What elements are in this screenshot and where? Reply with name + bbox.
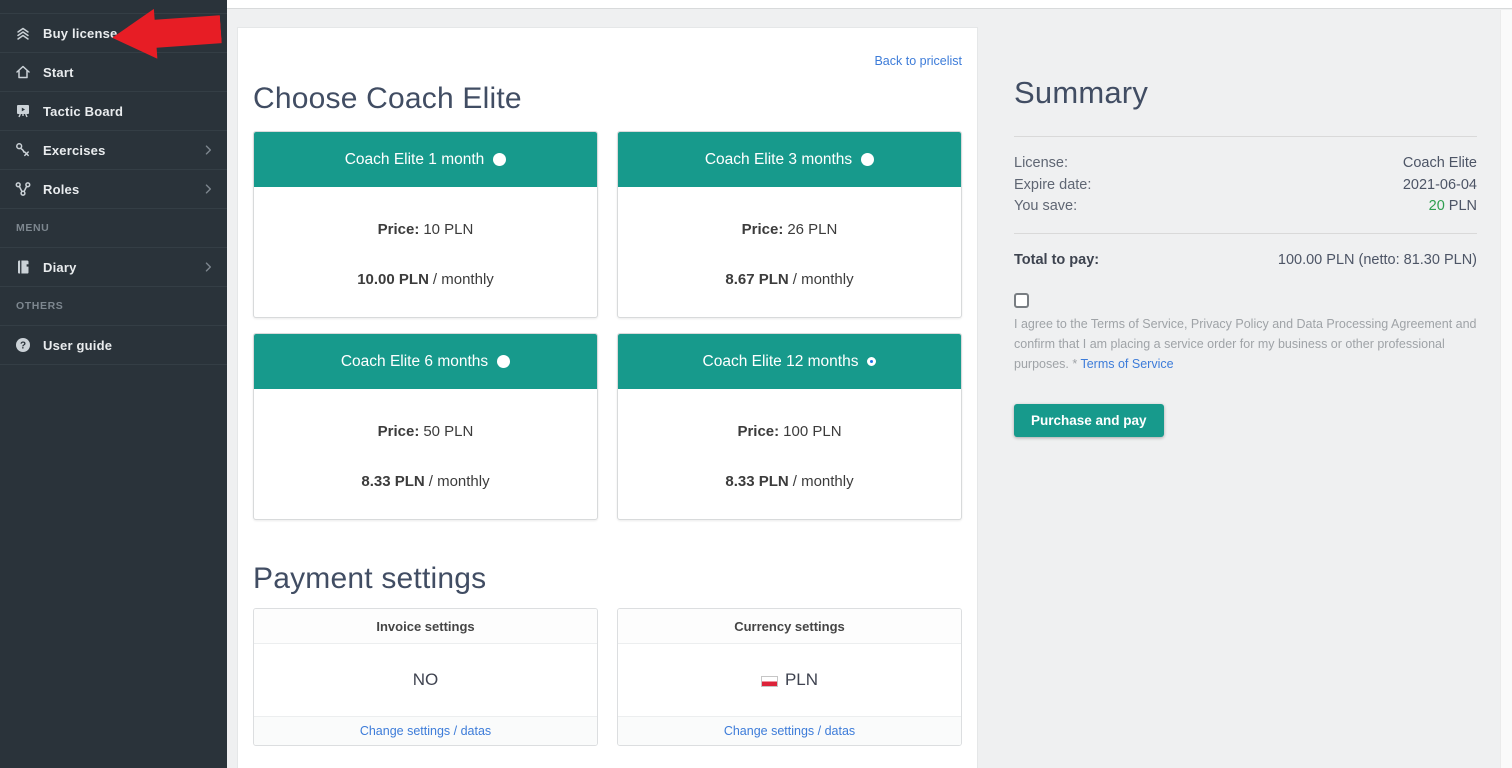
plan-title: Coach Elite 6 months (341, 353, 488, 371)
sidebar-item-label: Exercises (43, 143, 106, 158)
question-circle-icon: ? (14, 336, 32, 354)
plan-price: Price:50 PLN (254, 423, 597, 440)
sidebar-item-label: Tactic Board (43, 104, 123, 119)
sidebar-item-diary[interactable]: Diary (0, 248, 227, 287)
invoice-change-settings-link[interactable]: Change settings / datas (360, 724, 491, 738)
plan-price: Price:10 PLN (254, 221, 597, 238)
plan-header[interactable]: Coach Elite 1 month (254, 132, 597, 187)
plan-card-6-months: Coach Elite 6 months Price:50 PLN 8.33 P… (253, 333, 598, 520)
invoice-settings-card: Invoice settings NO Change settings / da… (253, 608, 598, 746)
plan-price: Price:100 PLN (618, 423, 961, 440)
payment-settings-title: Payment settings (253, 560, 962, 598)
summary-row-expire-date: Expire date: 2021-06-04 (1014, 175, 1477, 197)
license-panel: Back to pricelist Choose Coach Elite Coa… (237, 27, 978, 768)
divider (1014, 233, 1477, 234)
roles-icon (14, 180, 32, 198)
payment-settings: Invoice settings NO Change settings / da… (253, 608, 962, 746)
plan-radio[interactable] (497, 355, 510, 368)
sidebar-item-label: Buy license (43, 26, 117, 41)
terms-checkbox[interactable] (1014, 293, 1029, 308)
sidebar-item-user-guide[interactable]: ? User guide (0, 326, 227, 365)
plan-price: Price:26 PLN (618, 221, 961, 238)
chevrons-up-icon (14, 24, 32, 42)
plan-monthly-price: 8.33 PLN/ monthly (618, 473, 961, 490)
plan-header[interactable]: Coach Elite 3 months (618, 132, 961, 187)
summary-panel: Summary License: Coach Elite Expire date… (1014, 27, 1477, 437)
plan-title: Coach Elite 1 month (345, 151, 485, 169)
book-icon (14, 258, 32, 276)
plan-monthly-price: 10.00 PLN/ monthly (254, 271, 597, 288)
page-scrollbar[interactable] (1500, 10, 1512, 768)
sidebar-item-start[interactable]: Start (0, 53, 227, 92)
purchase-and-pay-button[interactable]: Purchase and pay (1014, 404, 1164, 437)
plan-title: Coach Elite 12 months (703, 353, 859, 371)
currency-settings-value: PLN (618, 644, 961, 716)
plan-list: Coach Elite 1 month Price:10 PLN 10.00 P… (253, 131, 962, 520)
summary-row-total: Total to pay: 100.00 PLN (netto: 81.30 P… (1014, 251, 1477, 269)
svg-text:?: ? (20, 340, 26, 351)
poland-flag-icon (761, 676, 778, 687)
plan-card-3-months: Coach Elite 3 months Price:26 PLN 8.67 P… (617, 131, 962, 318)
sidebar: Buy license Start Tactic Board (0, 0, 227, 768)
sidebar-item-label: Roles (43, 182, 79, 197)
back-to-pricelist-link[interactable]: Back to pricelist (874, 54, 962, 68)
sidebar-item-label: Diary (43, 260, 77, 275)
sidebar-section-others: OTHERS (0, 287, 227, 326)
plan-header[interactable]: Coach Elite 6 months (254, 334, 597, 389)
home-icon (14, 63, 32, 81)
plan-radio[interactable] (493, 153, 506, 166)
top-navbar (227, 0, 1512, 9)
plan-header[interactable]: Coach Elite 12 months (618, 334, 961, 389)
plan-monthly-price: 8.67 PLN/ monthly (618, 271, 961, 288)
currency-settings-header: Currency settings (618, 609, 961, 644)
strategy-icon (14, 141, 32, 159)
sidebar-item-exercises[interactable]: Exercises (0, 131, 227, 170)
plan-radio[interactable] (867, 357, 876, 366)
sidebar-item-label: Start (43, 65, 74, 80)
sidebar-item-roles[interactable]: Roles (0, 170, 227, 209)
plan-card-1-month: Coach Elite 1 month Price:10 PLN 10.00 P… (253, 131, 598, 318)
summary-row-license: License: Coach Elite (1014, 153, 1477, 175)
terms-text: I agree to the Terms of Service, Privacy… (1014, 314, 1477, 374)
chevron-right-icon (201, 260, 215, 274)
sidebar-section-menu: MENU (0, 209, 227, 248)
plan-card-12-months: Coach Elite 12 months Price:100 PLN 8.33… (617, 333, 962, 520)
board-icon (14, 102, 32, 120)
summary-title: Summary (1014, 74, 1477, 112)
divider (1014, 136, 1477, 137)
summary-row-you-save: You save: 20PLN (1014, 196, 1477, 218)
currency-settings-card: Currency settings PLN Change settings / … (617, 608, 962, 746)
invoice-settings-value: NO (254, 644, 597, 716)
chevron-right-icon (201, 182, 215, 196)
chevron-right-icon (201, 143, 215, 157)
plan-title: Coach Elite 3 months (705, 151, 852, 169)
terms-of-service-link[interactable]: Terms of Service (1080, 357, 1173, 371)
plan-monthly-price: 8.33 PLN/ monthly (254, 473, 597, 490)
page-title: Choose Coach Elite (253, 80, 962, 118)
sidebar-item-tactic-board[interactable]: Tactic Board (0, 92, 227, 131)
sidebar-item-label: User guide (43, 338, 112, 353)
currency-change-settings-link[interactable]: Change settings / datas (724, 724, 855, 738)
plan-radio[interactable] (861, 153, 874, 166)
invoice-settings-header: Invoice settings (254, 609, 597, 644)
